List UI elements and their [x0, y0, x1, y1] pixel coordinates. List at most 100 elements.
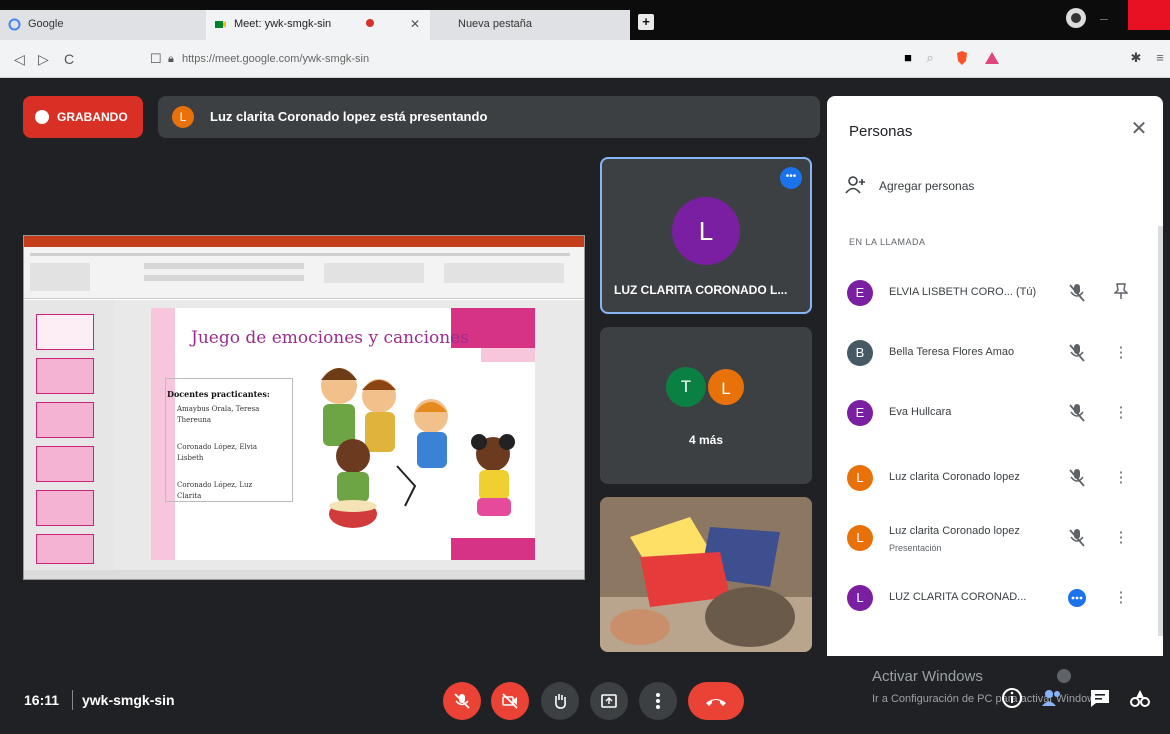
back-icon[interactable]: ◁ [14, 51, 25, 68]
activities-icon[interactable] [1128, 686, 1152, 710]
more-options-icon[interactable]: ••• [780, 167, 802, 189]
recording-badge: GRABANDO [23, 96, 143, 138]
record-dot-icon [35, 110, 49, 124]
slide-thumbnail[interactable] [36, 358, 94, 394]
powerpoint-titlebar [24, 236, 584, 247]
participant-avatar: L [847, 585, 873, 611]
participant-row[interactable]: L Luz clarita Coronado lopez ⋮ [827, 449, 1149, 509]
slide-list-item: Coronado López, Luz Clarita [177, 481, 253, 500]
slide-thumbnail[interactable] [36, 446, 94, 482]
participant-tile-video[interactable] [600, 497, 812, 652]
close-tab-icon[interactable]: ✕ [410, 17, 420, 31]
slide-thumbnail[interactable] [36, 534, 94, 564]
slide-thumbnail[interactable] [36, 314, 94, 350]
slide-thumbnail[interactable] [36, 490, 94, 526]
tab-meet[interactable]: Meet: ywk-smgk-sin ✕ [206, 10, 430, 40]
more-vert-icon[interactable]: ⋮ [1111, 402, 1131, 424]
meeting-code: ywk-smgk-sin [82, 692, 175, 708]
participant-name: LUZ CLARITA CORONAD... [889, 591, 1027, 603]
slide: Juego de emociones y canciones Docentes … [151, 308, 535, 560]
panel-title: Personas [849, 123, 913, 140]
more-participants-count: 4 más [688, 433, 724, 447]
menu-icon[interactable]: ≡ [1152, 50, 1168, 66]
section-label: EN LA LLAMADA [849, 237, 926, 247]
participant-row[interactable]: B Bella Teresa Flores Amao ⋮ [827, 324, 1149, 384]
avatar: L [706, 367, 746, 407]
participant-row[interactable]: L Luz clarita Coronado lopez Presentación ⋮ [827, 509, 1149, 569]
participant-avatar: E [847, 280, 873, 306]
present-button[interactable] [590, 682, 628, 720]
participant-row[interactable]: L LUZ CLARITA CORONAD... ⋮ [827, 569, 1149, 629]
participant-subtitle: Presentación [889, 543, 942, 553]
slide-thumbnails [24, 300, 114, 570]
close-panel-button[interactable]: ✕ [1127, 117, 1151, 141]
extensions-icon[interactable]: ✱ [1128, 50, 1144, 66]
more-options-icon[interactable] [1067, 587, 1087, 609]
avatar: L [672, 197, 740, 265]
new-tab-button[interactable]: + [638, 14, 654, 30]
tab-new[interactable]: Nueva pestaña [430, 10, 630, 40]
add-person-icon [845, 176, 865, 194]
mic-muted-icon[interactable] [1067, 402, 1087, 424]
participant-name: LUZ CLARITA CORONADO L... [614, 283, 788, 297]
activate-windows-subtitle: Ir a Configuración de PC para activar Wi… [872, 693, 1104, 705]
more-vert-icon[interactable]: ⋮ [1111, 587, 1131, 609]
participant-avatar: B [847, 340, 873, 366]
raise-hand-button[interactable] [541, 682, 579, 720]
participant-row[interactable]: E ELVIA LISBETH CORO... (Tú) [827, 264, 1149, 324]
screen: Google Meet: ywk-smgk-sin ✕ Nueva pestañ… [0, 0, 1170, 734]
more-vert-icon[interactable]: ⋮ [1111, 342, 1131, 364]
camera-video-feed [600, 497, 812, 652]
mic-muted-icon[interactable] [1067, 282, 1087, 304]
participant-avatar: E [847, 400, 873, 426]
profile-icon[interactable] [1064, 6, 1088, 30]
slide-list-item: Amaybus Orala, Teresa Thereuna [177, 405, 260, 424]
slide-list-item: Coronado López, Elvia Lisbeth [177, 443, 258, 462]
forward-icon[interactable]: ▷ [38, 51, 49, 68]
activate-windows-title: Activar Windows [872, 668, 983, 685]
mic-muted-icon[interactable] [1067, 527, 1087, 549]
participant-tile-main[interactable]: ••• L LUZ CLARITA CORONADO L... [600, 157, 812, 314]
recording-label: GRABANDO [57, 110, 128, 124]
close-window-button[interactable] [1128, 0, 1170, 30]
meet-icon [215, 21, 226, 28]
camera-icon[interactable]: ■ [900, 50, 916, 66]
participant-row[interactable]: E Eva Hullcara ⋮ [827, 384, 1149, 444]
bookmark-icon[interactable]: ☐ [150, 51, 162, 67]
brave-shield-icon[interactable] [954, 50, 970, 66]
hang-up-icon [706, 699, 726, 706]
clock: 16:11 [24, 692, 60, 708]
leave-call-button[interactable] [688, 682, 744, 720]
more-options-button[interactable] [639, 682, 677, 720]
minimize-button[interactable]: – [1100, 10, 1124, 34]
tab-label: Meet: ywk-smgk-sin [234, 18, 332, 30]
participant-tile-group[interactable]: T L 4 más [600, 327, 812, 484]
more-vert-icon[interactable]: ⋮ [1111, 527, 1131, 549]
participant-avatar: L [847, 465, 873, 491]
participant-name: Luz clarita Coronado lopez [889, 471, 1020, 483]
url-field[interactable]: https://meet.google.com/ywk-smgk-sin [182, 53, 369, 65]
mic-toggle-button[interactable] [443, 682, 481, 720]
people-icon[interactable] [1040, 686, 1064, 710]
rewards-icon[interactable] [984, 50, 1000, 66]
browser-tab-strip: Google Meet: ywk-smgk-sin ✕ Nueva pestañ… [0, 0, 1170, 40]
divider [72, 690, 73, 710]
reload-icon[interactable]: C [64, 51, 74, 67]
mic-muted-icon[interactable] [1067, 467, 1087, 489]
tab-google[interactable]: Google [0, 10, 206, 40]
camera-toggle-button[interactable] [491, 682, 529, 720]
participant-name: ELVIA LISBETH CORO... (Tú) [889, 286, 1037, 298]
chat-icon[interactable] [1088, 686, 1112, 710]
pin-icon[interactable] [1111, 282, 1131, 304]
mic-muted-icon[interactable] [1067, 342, 1087, 364]
info-icon[interactable] [1000, 686, 1024, 710]
zoom-icon[interactable]: ⌕ [922, 50, 938, 66]
participant-count-badge [1057, 669, 1071, 683]
slide-title: Juego de emociones y canciones [191, 328, 469, 348]
participant-avatar: L [847, 525, 873, 551]
slide-thumbnail[interactable] [36, 402, 94, 438]
google-icon [8, 18, 21, 31]
more-vert-icon[interactable]: ⋮ [1111, 467, 1131, 489]
panel-scrollbar[interactable] [1158, 226, 1163, 636]
meeting-controls-bar: 16:11 ywk-smgk-sin Activar Windows Ir a … [0, 660, 1170, 734]
